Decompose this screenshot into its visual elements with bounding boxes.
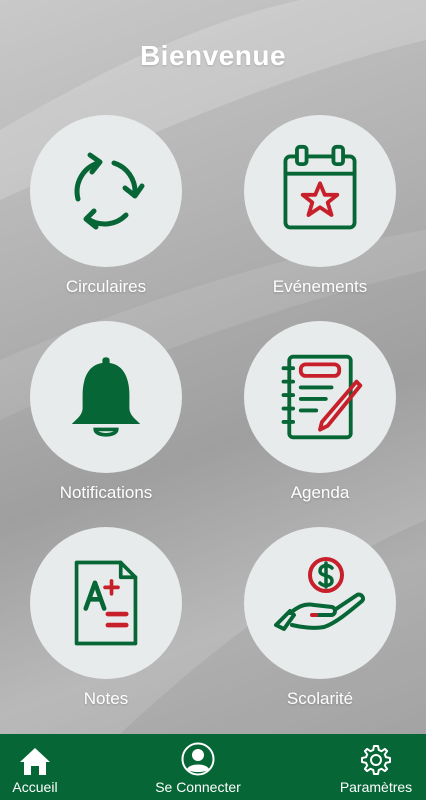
tile-label: Notifications <box>59 483 153 502</box>
tile-scolarite[interactable]: Scolarité <box>240 527 400 709</box>
tile-label: Scolarité <box>286 689 354 708</box>
tile-evenements[interactable]: Evénements <box>240 115 400 297</box>
tile-notifications[interactable]: Notifications <box>26 321 186 503</box>
calendar-star-icon <box>283 144 357 230</box>
gear-icon <box>361 745 391 775</box>
tile-circle[interactable] <box>244 527 396 679</box>
bottom-navigation: Accueil Se Connecter Paramètres <box>0 734 426 800</box>
tile-circle[interactable] <box>30 115 182 267</box>
tile-label: Agenda <box>290 483 350 502</box>
nav-label: Accueil <box>12 779 58 795</box>
recycle-arrows-icon <box>74 152 145 230</box>
tile-label: Evénements <box>272 277 368 296</box>
hand-dollar-icon <box>274 557 366 631</box>
nav-item-accueil[interactable]: Accueil <box>0 734 70 800</box>
tile-circulaires[interactable]: Circulaires <box>26 115 186 297</box>
bell-icon <box>71 357 141 437</box>
tile-circle[interactable] <box>30 321 182 473</box>
tile-label: Circulaires <box>65 277 147 296</box>
nav-label: Paramètres <box>339 779 413 795</box>
tile-label: Notes <box>83 689 129 708</box>
tile-circle[interactable] <box>244 321 396 473</box>
tile-circle[interactable] <box>30 527 182 679</box>
home-icon <box>20 748 50 775</box>
user-icon <box>181 742 215 776</box>
tile-agenda[interactable]: Agenda <box>240 321 400 503</box>
nav-item-se-connecter[interactable]: Se Connecter <box>128 734 268 800</box>
page-title: Bienvenue <box>139 40 287 71</box>
tile-circle[interactable] <box>244 115 396 267</box>
notebook-pen-icon <box>281 354 363 440</box>
tile-notes[interactable]: Notes <box>26 527 186 709</box>
nav-item-parametres[interactable]: Paramètres <box>326 734 426 800</box>
nav-label: Se Connecter <box>155 779 241 795</box>
grade-document-icon <box>74 560 138 646</box>
